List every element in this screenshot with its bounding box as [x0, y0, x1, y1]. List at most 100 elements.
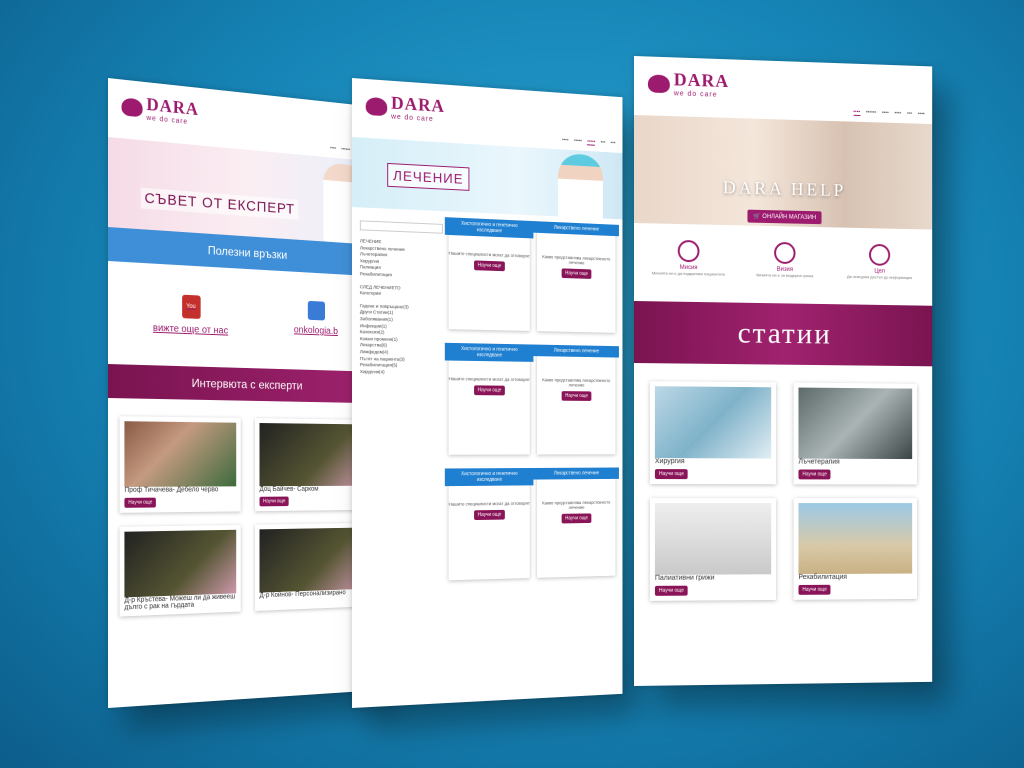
- nav-item[interactable]: ▪▪▪: [611, 140, 616, 147]
- page-treatment: DARA we do care ▪▪▪▪ ▪▪▪▪▪ ▪▪▪▪▪ ▪▪▪ ▪▪▪ ЛЕЧЕ…: [352, 78, 622, 708]
- interview-photo: [260, 423, 364, 486]
- nav-item[interactable]: ▪▪▪▪▪▪: [866, 109, 876, 116]
- tile-ribbon: Хистологично и генетично изследване: [445, 217, 534, 238]
- nav-item[interactable]: ▪▪▪▪: [562, 137, 568, 144]
- palliative-photo: [655, 503, 771, 575]
- online-shop-button[interactable]: 🛒 ОНЛАЙН МАГАЗИН: [747, 210, 822, 225]
- brand-tagline: we do care: [674, 90, 729, 99]
- treatment-tile[interactable]: Хистологично и генетично изследване Нашит…: [449, 472, 530, 580]
- interview-photo: [124, 421, 236, 487]
- article-card[interactable]: Лъчетерапия Научи още: [794, 383, 917, 485]
- nav-item[interactable]: ▪▪▪: [601, 139, 606, 146]
- category-item[interactable]: Хирургия(4): [360, 369, 443, 377]
- interview-card[interactable]: Доц Байчев- Сарком Научи още: [255, 418, 367, 511]
- treatment-tile[interactable]: Лекарствено лечение Какво представлява ле…: [537, 348, 615, 454]
- article-cards: Хирургия Научи още Лъчетерапия Научи още П…: [634, 363, 932, 619]
- mission-vision-goal: Мисия Мисията ни е да подкрепим пациентит…: [634, 223, 932, 288]
- hero-title: ЛЕЧЕНИЕ: [387, 163, 469, 191]
- nav-item[interactable]: ▪▪▪▪: [894, 110, 901, 117]
- nav-item[interactable]: ▪▪▪: [907, 111, 912, 118]
- vision-block: Визия Визията ни е за модерна грижа: [746, 241, 824, 278]
- treatment-tile[interactable]: Лекарствено лечение Какво представлява ле…: [537, 471, 615, 578]
- youtube-icon: You: [182, 295, 201, 319]
- nav-item[interactable]: ▪▪▪▪▪▪: [341, 146, 350, 153]
- onkologia-link[interactable]: onkologia.b: [294, 300, 338, 341]
- cart-icon: 🛒: [753, 214, 760, 220]
- eye-icon: [774, 242, 795, 264]
- tile-ribbon: Лекарствено лечение: [533, 468, 619, 480]
- treatment-tile[interactable]: Хистологично и генетично изследване Нашит…: [449, 347, 530, 455]
- learn-more-button[interactable]: Научи още: [655, 586, 688, 596]
- interview-title: Проф Тичачева- Дебело черво: [124, 486, 236, 494]
- learn-more-button[interactable]: Научи още: [798, 585, 830, 595]
- tile-text: Нашите специалисти могат да отговорят: [449, 501, 530, 507]
- interview-title: Д-р Кръстева- Можеш ли да живееш дълго с…: [124, 593, 236, 611]
- goal-block: Цел Да осигурим достъп до информация: [841, 243, 918, 280]
- target-icon: [869, 244, 890, 266]
- learn-more-button[interactable]: Научи още: [562, 391, 592, 401]
- treatment-tile[interactable]: Хистологично и генетично изследване Нашит…: [449, 221, 530, 331]
- tile-ribbon: Лекарствено лечение: [533, 221, 619, 236]
- learn-more-button[interactable]: Научи още: [474, 385, 505, 395]
- interview-photo: [124, 530, 236, 598]
- page-dara-help: DARA we do care ▪▪▪▪ ▪▪▪▪▪▪ ▪▪▪▪ ▪▪▪▪ ▪▪▪ ▪▪▪▪…: [634, 56, 932, 686]
- page-expert-advice: DARAwe do care ▪▪▪▪▪▪▪▪▪▪▪▪▪▪▪▪▪ СЪВЕТ О…: [108, 78, 377, 708]
- interview-card[interactable]: Проф Тичачева- Дебело черво Научи още: [120, 416, 241, 513]
- youtube-link-label: вижте още от нас: [153, 323, 228, 337]
- butterfly-logo-icon: [366, 97, 387, 116]
- learn-more-button[interactable]: Научи още: [474, 260, 505, 271]
- surgery-photo: [655, 386, 771, 458]
- learn-more-button[interactable]: Научи още: [562, 513, 592, 523]
- interviews-band: Интервюта с експерти: [108, 364, 377, 403]
- treatment-tile[interactable]: Лекарствено лечение Какво представлява ле…: [537, 225, 615, 333]
- interview-card[interactable]: Д-р Кръстева- Можеш ли да живееш дълго с…: [120, 525, 241, 617]
- interview-title: Доц Байчев- Сарком: [260, 486, 364, 493]
- globe-icon: [307, 301, 324, 321]
- article-card[interactable]: Палиативни грижи Научи още: [650, 498, 776, 601]
- links-row: You вижте още от нас onkologia.b: [108, 261, 377, 351]
- article-title: Хирургия: [655, 458, 771, 465]
- hero-title: СЪВЕТ ОТ ЕКСПЕРТ: [141, 188, 299, 220]
- nav-item[interactable]: ▪▪▪▪: [882, 110, 889, 117]
- article-card[interactable]: Рехабилитация Научи още: [794, 498, 917, 600]
- article-title: Палиативни грижи: [655, 574, 771, 582]
- vision-text: Визията ни е за модерна грижа: [756, 272, 813, 278]
- interview-photo: [260, 528, 364, 593]
- content-columns: ЛЕЧЕНИЕ Лекарствено лечение Лъчетерапия …: [352, 207, 622, 593]
- learn-more-button[interactable]: Научи още: [124, 498, 156, 508]
- interview-card[interactable]: Д-р Койнов- Персонализирано: [255, 523, 367, 611]
- treatment-tiles: Хистологично и генетично изследване Нашит…: [443, 221, 615, 580]
- learn-more-button[interactable]: Научи още: [562, 268, 592, 279]
- tile-text: Какво представлява лекарственото лечение: [537, 254, 615, 266]
- search-input[interactable]: [360, 220, 443, 233]
- nav-item-active[interactable]: ▪▪▪▪▪: [587, 139, 595, 146]
- interview-cards: Проф Тичачева- Дебело черво Научи още До…: [108, 398, 377, 635]
- article-title: Лъчетерапия: [798, 459, 912, 466]
- onkologia-link-label: onkologia.b: [294, 325, 338, 337]
- tile-text: Нашите специалисти могат да отговорят: [449, 376, 530, 382]
- brand-name: DARA: [391, 93, 445, 116]
- online-shop-label: ОНЛАЙН МАГАЗИН: [762, 214, 816, 221]
- nav-item-active[interactable]: ▪▪▪▪: [853, 109, 860, 116]
- articles-band: статии: [634, 301, 932, 366]
- tile-ribbon: Хистологично и генетично изследване: [445, 343, 534, 362]
- tile-ribbon: Лекарствено лечение: [533, 345, 619, 358]
- nav-item[interactable]: ▪▪▪▪: [330, 145, 336, 152]
- brand-name: DARA: [674, 69, 729, 91]
- goal-text: Да осигурим достъп до информация: [847, 274, 912, 280]
- learn-more-button[interactable]: Научи още: [798, 469, 830, 479]
- article-card[interactable]: Хирургия Научи още: [650, 381, 776, 484]
- learn-more-button[interactable]: Научи още: [260, 497, 289, 507]
- learn-more-button[interactable]: Научи още: [655, 469, 688, 479]
- hero-banner: DARA HELP 🛒 ОНЛАЙН МАГАЗИН: [634, 115, 932, 230]
- learn-more-button[interactable]: Научи още: [474, 510, 505, 520]
- tile-ribbon: Хистологично и генетично изследване: [445, 468, 534, 486]
- mission-block: Мисия Мисията ни е да подкрепим пациентит…: [649, 239, 728, 276]
- sidebar: ЛЕЧЕНИЕ Лекарствено лечение Лъчетерапия …: [360, 217, 443, 582]
- nav-item[interactable]: ▪▪▪▪: [918, 111, 925, 118]
- youtube-link[interactable]: You вижте още от нас: [153, 293, 228, 336]
- nav-item[interactable]: ▪▪▪▪▪: [574, 138, 582, 145]
- hero-title: DARA HELP: [634, 175, 932, 203]
- tile-text: Нашите специалисти могат да отговорят: [449, 251, 530, 259]
- nurse-image: [558, 153, 603, 218]
